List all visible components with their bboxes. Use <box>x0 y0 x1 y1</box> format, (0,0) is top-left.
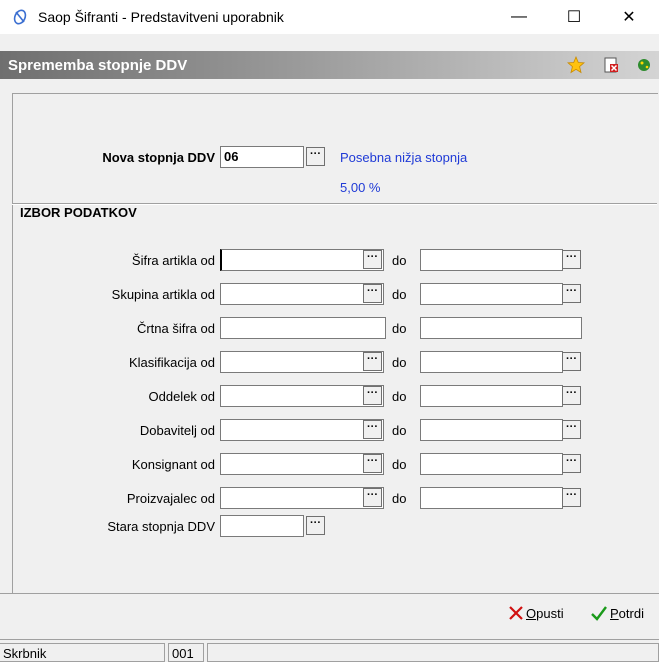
range-do-label: do <box>392 457 407 472</box>
nova-stopnja-label: Nova stopnja DDV <box>102 150 215 165</box>
range-from-lookup-button[interactable]: ··· <box>363 352 382 371</box>
report-icon[interactable] <box>602 56 620 74</box>
confirm-check-icon <box>591 606 607 621</box>
stara-stopnja-input[interactable] <box>220 515 304 537</box>
form-title: Sprememba stopnje DDV <box>8 57 188 74</box>
range-from-input[interactable] <box>220 283 384 305</box>
range-to-input[interactable] <box>420 249 563 271</box>
stara-stopnja-lookup-button[interactable]: ··· <box>306 516 325 535</box>
range-do-label: do <box>392 253 407 268</box>
range-from-input[interactable] <box>220 249 384 271</box>
minimize-icon: — <box>511 8 527 25</box>
range-from-input[interactable] <box>220 351 384 373</box>
range-to-input[interactable] <box>420 351 563 373</box>
range-to-lookup-button[interactable]: ··· <box>562 488 581 507</box>
title-bar: Saop Šifranti - Predstavitveni uporabnik… <box>0 0 659 34</box>
confirm-label: Potrdi <box>610 605 644 621</box>
range-to-lookup-button[interactable]: ··· <box>562 284 581 303</box>
range-do-label: do <box>392 491 407 506</box>
selection-row-label: Dobavitelj od <box>139 423 215 438</box>
nova-stopnja-description: Posebna nižja stopnja <box>340 150 468 165</box>
stara-stopnja-label: Stara stopnja DDV <box>107 519 215 534</box>
selection-row-label: Proizvajalec od <box>126 491 215 506</box>
range-do-label: do <box>392 287 407 302</box>
range-to-lookup-button[interactable]: ··· <box>562 454 581 473</box>
nova-stopnja-percent: 5,00 % <box>340 180 381 195</box>
selection-row-label: Oddelek od <box>148 389 216 404</box>
nova-stopnja-input[interactable]: 06 <box>220 146 304 168</box>
status-user: Skrbnik <box>0 643 165 662</box>
range-to-input[interactable] <box>420 487 563 509</box>
range-from-lookup-button[interactable]: ··· <box>363 250 382 269</box>
range-do-label: do <box>392 321 407 336</box>
maximize-button[interactable]: ☐ <box>551 0 597 34</box>
bottom-separator <box>0 593 659 594</box>
range-from-input[interactable] <box>220 385 384 407</box>
window-title: Saop Šifranti - Predstavitveni uporabnik <box>38 9 284 25</box>
range-to-input[interactable] <box>420 419 563 441</box>
confirm-button[interactable]: Potrdi <box>590 605 644 621</box>
close-button[interactable]: ✕ <box>606 0 652 34</box>
form-header: Sprememba stopnje DDV <box>0 51 659 79</box>
cancel-button[interactable]: Opusti <box>508 605 564 621</box>
selection-row-label: Šifra artikla od <box>131 253 215 268</box>
range-to-lookup-button[interactable]: ··· <box>562 420 581 439</box>
group-title: IZBOR PODATKOV <box>20 205 140 220</box>
range-to-input[interactable] <box>420 453 563 475</box>
range-to-lookup-button[interactable]: ··· <box>562 352 581 371</box>
selection-row-label: Konsignant od <box>131 457 215 472</box>
range-do-label: do <box>392 389 407 404</box>
range-from-lookup-button[interactable]: ··· <box>363 284 382 303</box>
range-from-input[interactable] <box>220 453 384 475</box>
close-icon: ✕ <box>622 9 636 26</box>
range-to-lookup-button[interactable]: ··· <box>562 386 581 405</box>
range-to-input[interactable] <box>420 317 582 339</box>
range-from-input[interactable] <box>220 317 386 339</box>
help-assistant-icon[interactable] <box>636 56 654 74</box>
status-bar: Skrbnik 001 <box>0 639 659 662</box>
range-to-input[interactable] <box>420 385 563 407</box>
range-do-label: do <box>392 355 407 370</box>
selection-row-label: Klasifikacija od <box>129 355 215 370</box>
range-from-lookup-button[interactable]: ··· <box>363 386 382 405</box>
range-from-input[interactable] <box>220 487 384 509</box>
range-from-lookup-button[interactable]: ··· <box>363 420 382 439</box>
app-icon <box>13 9 27 25</box>
selection-row-label: Skupina artikla od <box>111 287 215 302</box>
status-message <box>207 643 659 662</box>
range-from-input[interactable] <box>220 419 384 441</box>
range-do-label: do <box>392 423 407 438</box>
range-to-lookup-button[interactable]: ··· <box>562 250 581 269</box>
status-code: 001 <box>168 643 204 662</box>
maximize-icon: ☐ <box>566 9 582 26</box>
selection-row-label: Črtna šifra od <box>136 321 215 336</box>
nova-stopnja-lookup-button[interactable]: ··· <box>306 147 325 166</box>
favorite-star-icon[interactable] <box>567 56 585 74</box>
range-to-input[interactable] <box>420 283 563 305</box>
range-from-lookup-button[interactable]: ··· <box>363 454 382 473</box>
cancel-label: Opusti <box>526 605 564 621</box>
minimize-button[interactable]: — <box>496 0 542 34</box>
cancel-x-icon <box>509 606 523 620</box>
range-from-lookup-button[interactable]: ··· <box>363 488 382 507</box>
